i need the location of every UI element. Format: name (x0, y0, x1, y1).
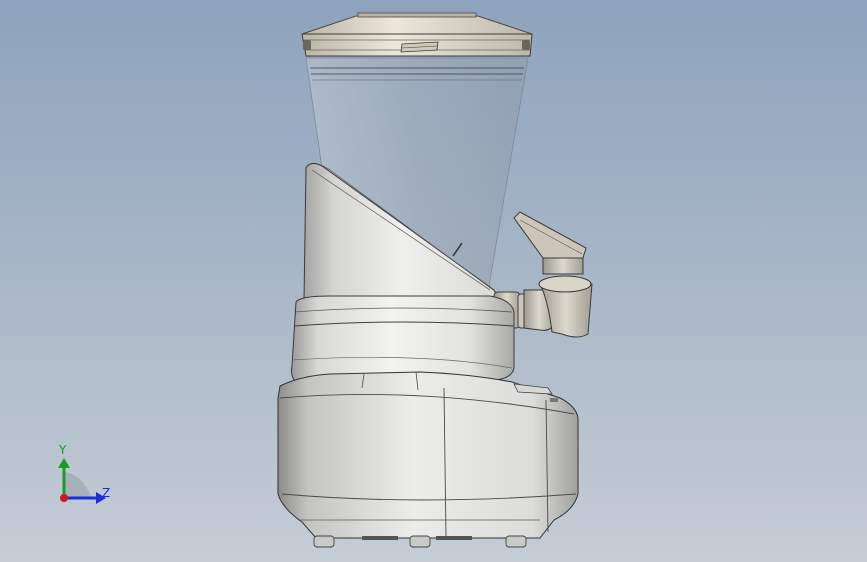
x-axis-dot-icon (60, 494, 68, 502)
view-orientation-triad (58, 458, 106, 504)
base[interactable] (277, 371, 579, 539)
triad-plane-icon (64, 472, 92, 498)
lid[interactable] (301, 12, 533, 57)
triad-y-label: Y (59, 443, 67, 457)
collar[interactable] (291, 295, 515, 383)
cad-model-dispenser[interactable] (0, 0, 867, 562)
triad-z-label: Z (102, 486, 111, 500)
graphics-viewport[interactable]: Y Z (0, 0, 867, 562)
